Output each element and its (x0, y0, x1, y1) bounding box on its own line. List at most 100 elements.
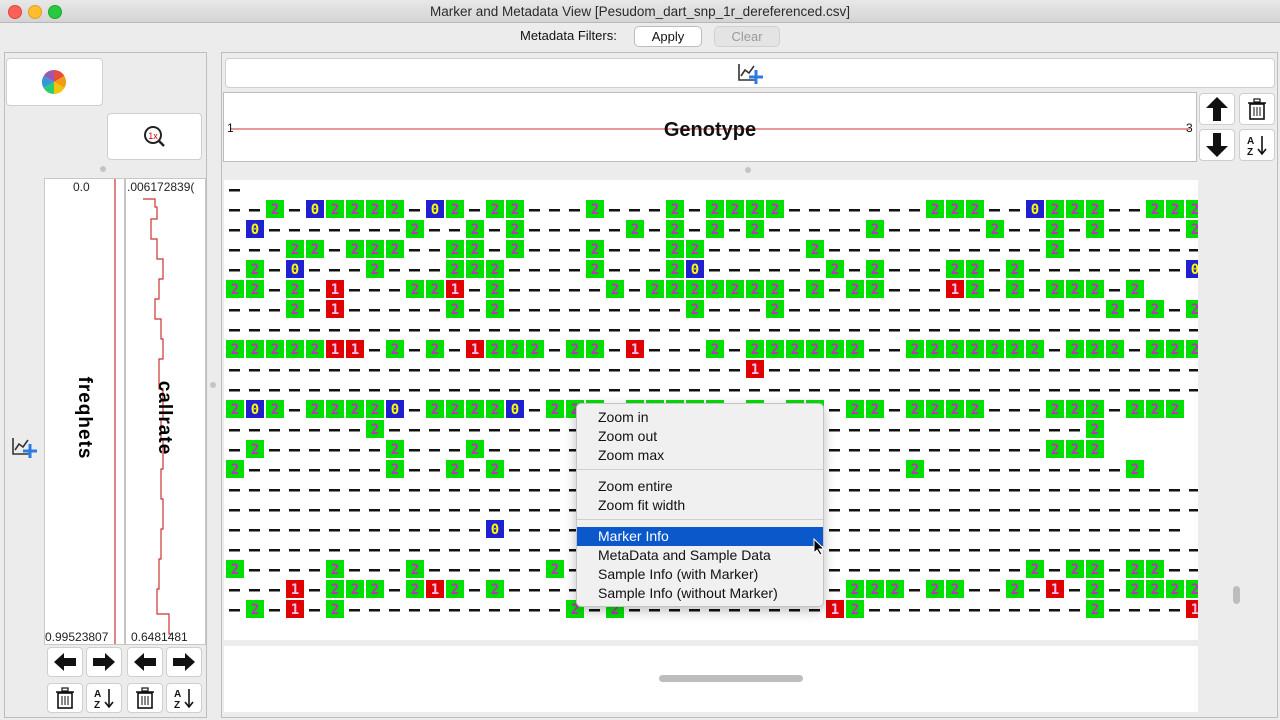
move-left-button[interactable] (47, 647, 83, 677)
missing-call (389, 329, 400, 332)
delete-track-button[interactable] (1239, 93, 1275, 125)
missing-call (1029, 389, 1040, 392)
genotype-cell-value: 2 (671, 222, 679, 238)
menu-item-metadata-sample-data[interactable]: MetaData and Sample Data (577, 546, 823, 565)
genotype-cell-value: 0 (251, 402, 259, 418)
horizontal-splitter-handle[interactable] (745, 167, 751, 173)
genotype-cell-value: 2 (331, 562, 339, 578)
vertical-scrollbar-thumb[interactable] (1233, 586, 1240, 604)
apply-button[interactable]: Apply (634, 26, 702, 47)
missing-call (469, 509, 480, 512)
marker-stats-plot[interactable]: 0.0 .006172839( 0.99523807 0.6481481 fre… (44, 178, 206, 645)
menu-item-sample-info-without-marker[interactable]: Sample Info (without Marker) (577, 584, 823, 603)
horizontal-scrollbar-thumb[interactable] (659, 675, 803, 682)
missing-call (1029, 589, 1040, 592)
menu-item-marker-info[interactable]: Marker Info (577, 527, 823, 546)
add-plot-bar[interactable] (225, 58, 1275, 88)
move-right-button-2[interactable] (166, 647, 202, 677)
arrow-down-icon (1206, 133, 1228, 157)
missing-call (889, 549, 900, 552)
missing-call (309, 529, 320, 532)
missing-call (629, 329, 640, 332)
missing-call (789, 389, 800, 392)
missing-call (1189, 509, 1198, 512)
missing-call (829, 309, 840, 312)
move-right-button[interactable] (86, 647, 122, 677)
genotype-cell-value: 2 (391, 202, 399, 218)
genotype-cell-value: 2 (571, 342, 579, 358)
add-chart-icon[interactable] (10, 434, 38, 460)
missing-call (929, 489, 940, 492)
missing-call (909, 289, 920, 292)
missing-call (269, 249, 280, 252)
color-palette-button[interactable] (6, 58, 103, 106)
missing-call (1049, 509, 1060, 512)
genotype-cell-value: 2 (1191, 582, 1198, 598)
missing-call (829, 389, 840, 392)
missing-call (989, 249, 1000, 252)
zoom-reset-button[interactable]: 1x (107, 113, 202, 160)
missing-call (1109, 529, 1120, 532)
move-up-button[interactable] (1199, 93, 1235, 125)
splitter-handle[interactable] (100, 166, 106, 172)
missing-call (869, 369, 880, 372)
missing-call (249, 329, 260, 332)
missing-call (1169, 509, 1180, 512)
sort-track-button[interactable]: AZ (1239, 129, 1275, 161)
menu-item-zoom-max[interactable]: Zoom max (577, 446, 823, 465)
missing-call (1009, 229, 1020, 232)
missing-call (829, 489, 840, 492)
genotype-header[interactable]: 1 3 Genotype (223, 92, 1197, 162)
missing-call (229, 369, 240, 372)
missing-call (989, 489, 1000, 492)
menu-item-zoom-out[interactable]: Zoom out (577, 427, 823, 446)
missing-call (749, 329, 760, 332)
add-chart-icon[interactable] (736, 60, 764, 86)
genotype-cell-value: 2 (1151, 342, 1159, 358)
move-down-button[interactable] (1199, 129, 1235, 161)
missing-call (549, 249, 560, 252)
missing-call (889, 389, 900, 392)
missing-call (809, 269, 820, 272)
missing-call (469, 529, 480, 532)
missing-call (509, 329, 520, 332)
delete-button[interactable] (47, 683, 83, 713)
delete-button-2[interactable] (127, 683, 163, 713)
move-left-button-2[interactable] (127, 647, 163, 677)
missing-call (449, 449, 460, 452)
missing-call (989, 389, 1000, 392)
vertical-splitter-handle[interactable] (210, 382, 216, 388)
missing-call (269, 469, 280, 472)
sort-button-2[interactable]: AZ (166, 683, 202, 713)
missing-call (269, 569, 280, 572)
genotype-cell-value: 2 (291, 242, 299, 258)
genotype-cell-value: 2 (851, 342, 859, 358)
clear-button[interactable]: Clear (714, 26, 780, 47)
genotype-cell-value: 2 (671, 282, 679, 298)
missing-call (1129, 269, 1140, 272)
missing-call (349, 489, 360, 492)
genotype-cell-value: 2 (451, 302, 459, 318)
missing-call (449, 369, 460, 372)
arrow-up-icon (1206, 97, 1228, 121)
menu-item-sample-info-with-marker[interactable]: Sample Info (with Marker) (577, 565, 823, 584)
missing-call (329, 449, 340, 452)
sort-button[interactable]: AZ (86, 683, 122, 713)
missing-call (869, 349, 880, 352)
missing-call (929, 609, 940, 612)
genotype-cell-value: 1 (471, 342, 479, 358)
genotype-cell-value: 1 (331, 282, 339, 298)
missing-call (969, 529, 980, 532)
missing-call (849, 209, 860, 212)
missing-call (269, 489, 280, 492)
missing-call (1049, 569, 1060, 572)
missing-call (829, 449, 840, 452)
menu-item-zoom-fit-width[interactable]: Zoom fit width (577, 496, 823, 515)
svg-text:Z: Z (174, 700, 180, 710)
missing-call (989, 509, 1000, 512)
menu-item-zoom-in[interactable]: Zoom in (577, 408, 823, 427)
missing-call (929, 569, 940, 572)
menu-item-zoom-entire[interactable]: Zoom entire (577, 477, 823, 496)
genotype-cell-value: 2 (891, 582, 899, 598)
missing-call (769, 249, 780, 252)
